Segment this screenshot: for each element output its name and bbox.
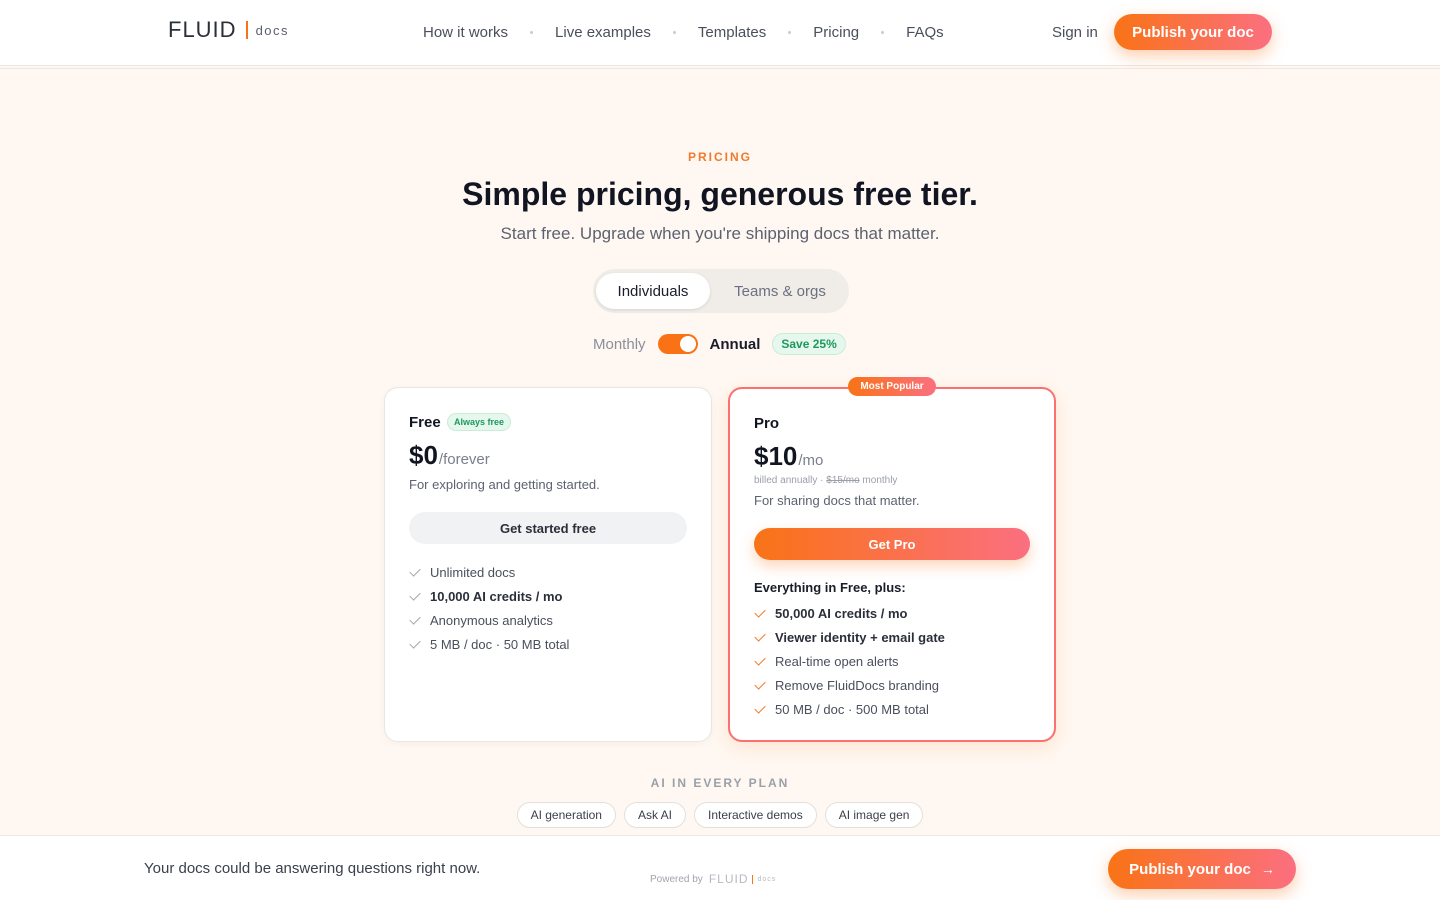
list-item: Anonymous analytics (409, 608, 569, 632)
powered-logo-wordmark: FLUID (708, 872, 749, 886)
check-icon (754, 605, 766, 618)
list-item: 50 MB / doc · 500 MB total (754, 697, 945, 721)
billing-period-switch: Monthly Annual Save 25% (593, 333, 846, 355)
ai-feature-chips: AI generation Ask AI Interactive demos A… (0, 802, 1440, 828)
strikethrough-monthly-price: $15/mo (826, 475, 860, 486)
fluid-docs-logo[interactable]: FLUID docs (168, 17, 289, 43)
page-title: Simple pricing, generous free tier. (462, 176, 978, 212)
tab-teams-orgs[interactable]: Teams & orgs (715, 273, 845, 309)
logo-divider (245, 21, 248, 39)
list-item: 50,000 AI credits / mo (754, 601, 945, 625)
check-icon (754, 629, 766, 642)
check-icon (754, 653, 766, 666)
powered-by[interactable]: Powered by FLUID docs (650, 872, 776, 886)
list-item: Viewer identity + email gate (754, 625, 945, 649)
publish-doc-button[interactable]: Publish your doc (1114, 14, 1272, 50)
save-badge: Save 25% (772, 333, 846, 355)
plan-description: For sharing docs that matter. (754, 493, 920, 508)
plan-name: Free (409, 414, 441, 431)
nav-separator (530, 31, 534, 34)
chip-ai-image-gen[interactable]: AI image gen (824, 802, 924, 828)
top-nav-bar: FLUID docs How it works Live examples Te… (0, 0, 1440, 69)
billing-annual-label[interactable]: Annual (710, 336, 761, 353)
tab-individuals[interactable]: Individuals (596, 273, 710, 309)
main-nav: How it works Live examples Templates Pri… (423, 24, 944, 41)
powered-by-label: Powered by (650, 873, 703, 885)
billing-monthly-label[interactable]: Monthly (593, 336, 646, 353)
plan-card-free: Free Always free $0 /forever For explori… (384, 387, 712, 742)
nav-separator (672, 31, 676, 34)
list-item: 10,000 AI credits / mo (409, 584, 569, 608)
arrow-right-icon: → (1260, 861, 1275, 877)
get-started-free-button[interactable]: Get started free (409, 512, 687, 544)
nav-pricing[interactable]: Pricing (813, 24, 859, 41)
list-item: Real-time open alerts (754, 649, 945, 673)
price-period: /mo (798, 452, 824, 469)
chip-interactive-demos[interactable]: Interactive demos (693, 802, 817, 828)
plan-description: For exploring and getting started. (409, 477, 600, 492)
plan-price: $10 /mo (754, 441, 823, 472)
billed-annually-note: billed annually · $15/mo monthly (754, 475, 898, 486)
chip-ask-ai[interactable]: Ask AI (623, 802, 686, 828)
plan-price: $0 /forever (409, 440, 490, 471)
chip-ai-generation[interactable]: AI generation (516, 802, 616, 828)
plus-heading: Everything in Free, plus: (754, 580, 906, 595)
sticky-footer-bar: Your docs could be answering questions r… (0, 835, 1440, 900)
sign-in-link[interactable]: Sign in (1052, 24, 1098, 41)
nav-how-it-works[interactable]: How it works (423, 24, 508, 41)
check-icon (409, 612, 421, 625)
logo-wordmark: FLUID (168, 17, 237, 42)
powered-logo-divider (752, 874, 754, 884)
check-icon (409, 636, 421, 649)
pro-feature-list: 50,000 AI credits / mo Viewer identity +… (754, 601, 945, 721)
plan-card-pro: Pro $10 /mo billed annually · $15/mo mon… (728, 387, 1056, 742)
nav-templates[interactable]: Templates (698, 24, 766, 41)
toggle-knob (679, 336, 696, 352)
logo-suffix: docs (255, 22, 290, 38)
list-item: 5 MB / doc · 50 MB total (409, 632, 569, 656)
price-amount: $0 (409, 440, 438, 470)
publish-label: Publish your doc (1129, 860, 1251, 878)
audience-segmented-control: Individuals Teams & orgs (593, 269, 849, 313)
plan-name: Pro (754, 415, 780, 432)
pricing-eyebrow: PRICING (687, 150, 752, 164)
nav-live-examples[interactable]: Live examples (555, 24, 651, 41)
nav-separator (788, 31, 792, 34)
billing-toggle[interactable] (657, 334, 698, 354)
most-popular-badge: Most Popular (848, 377, 936, 396)
check-icon (754, 677, 766, 690)
price-period: /forever (438, 451, 490, 468)
free-feature-list: Unlimited docs 10,000 AI credits / mo An… (409, 560, 569, 656)
page-subtitle: Start free. Upgrade when you're shipping… (500, 224, 940, 243)
price-amount: $10 (754, 441, 798, 471)
check-icon (409, 588, 421, 601)
footer-cta-text: Your docs could be answering questions r… (144, 860, 481, 877)
always-free-badge: Always free (447, 413, 512, 431)
list-item: Unlimited docs (409, 560, 569, 584)
ai-section-label: AI IN EVERY PLAN (650, 776, 790, 790)
publish-doc-footer-button[interactable]: Publish your doc → (1108, 849, 1296, 889)
powered-logo-suffix: docs (757, 875, 777, 883)
nav-separator (881, 31, 885, 34)
get-pro-button[interactable]: Get Pro (754, 528, 1030, 560)
list-item: Remove FluidDocs branding (754, 673, 945, 697)
nav-faqs[interactable]: FAQs (906, 24, 944, 41)
check-icon (754, 701, 766, 714)
check-icon (409, 564, 421, 577)
